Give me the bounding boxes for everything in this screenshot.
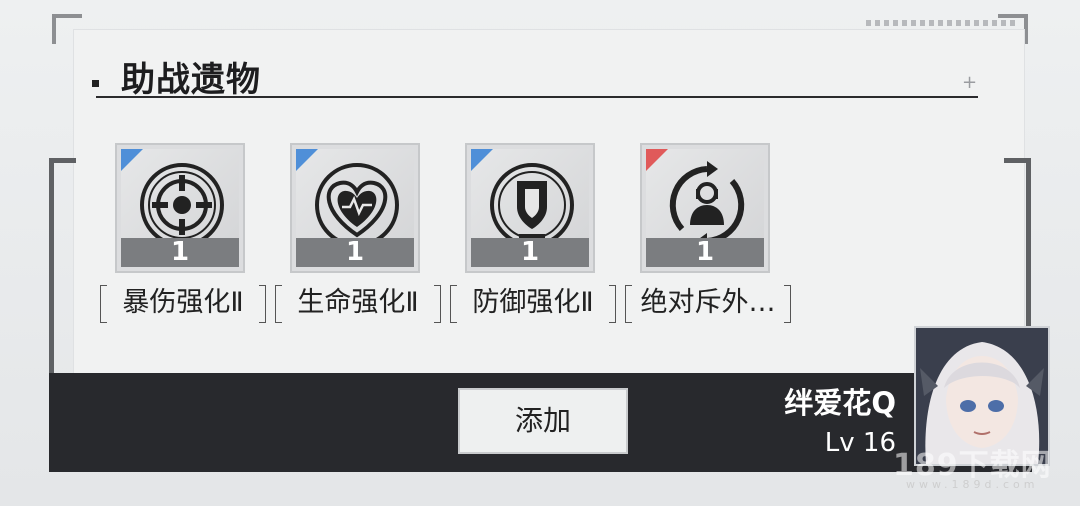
- relic-count: 1: [170, 237, 190, 267]
- relic-count: 1: [695, 237, 715, 267]
- watermark-url: www.189d.com: [906, 478, 1039, 491]
- plus-icon: +: [962, 72, 978, 93]
- add-button[interactable]: 添加: [458, 388, 628, 454]
- support-user-level: Lv 16: [824, 428, 896, 458]
- title-underline: [96, 96, 978, 98]
- support-user-name: 绊爱花Q: [784, 386, 896, 420]
- relic-label: 防御强化Ⅱ: [450, 281, 616, 325]
- relic-label: 生命强化Ⅱ: [275, 281, 441, 325]
- decorative-dashes: [866, 20, 1016, 26]
- relic-label: 绝对斥外…: [625, 281, 791, 325]
- title-bullet: [92, 80, 99, 87]
- relic-count: 1: [345, 237, 365, 267]
- relic-card-health[interactable]: 1: [290, 143, 420, 273]
- relic-card-crit[interactable]: 1: [115, 143, 245, 273]
- relic-card-defense[interactable]: 1: [465, 143, 595, 273]
- relic-label: 暴伤强化Ⅱ: [100, 281, 266, 325]
- panel-title: 助战遗物: [121, 60, 261, 100]
- frame-left-bracket: [49, 158, 76, 373]
- relic-count: 1: [520, 237, 540, 267]
- relic-card-absolute[interactable]: 1: [640, 143, 770, 273]
